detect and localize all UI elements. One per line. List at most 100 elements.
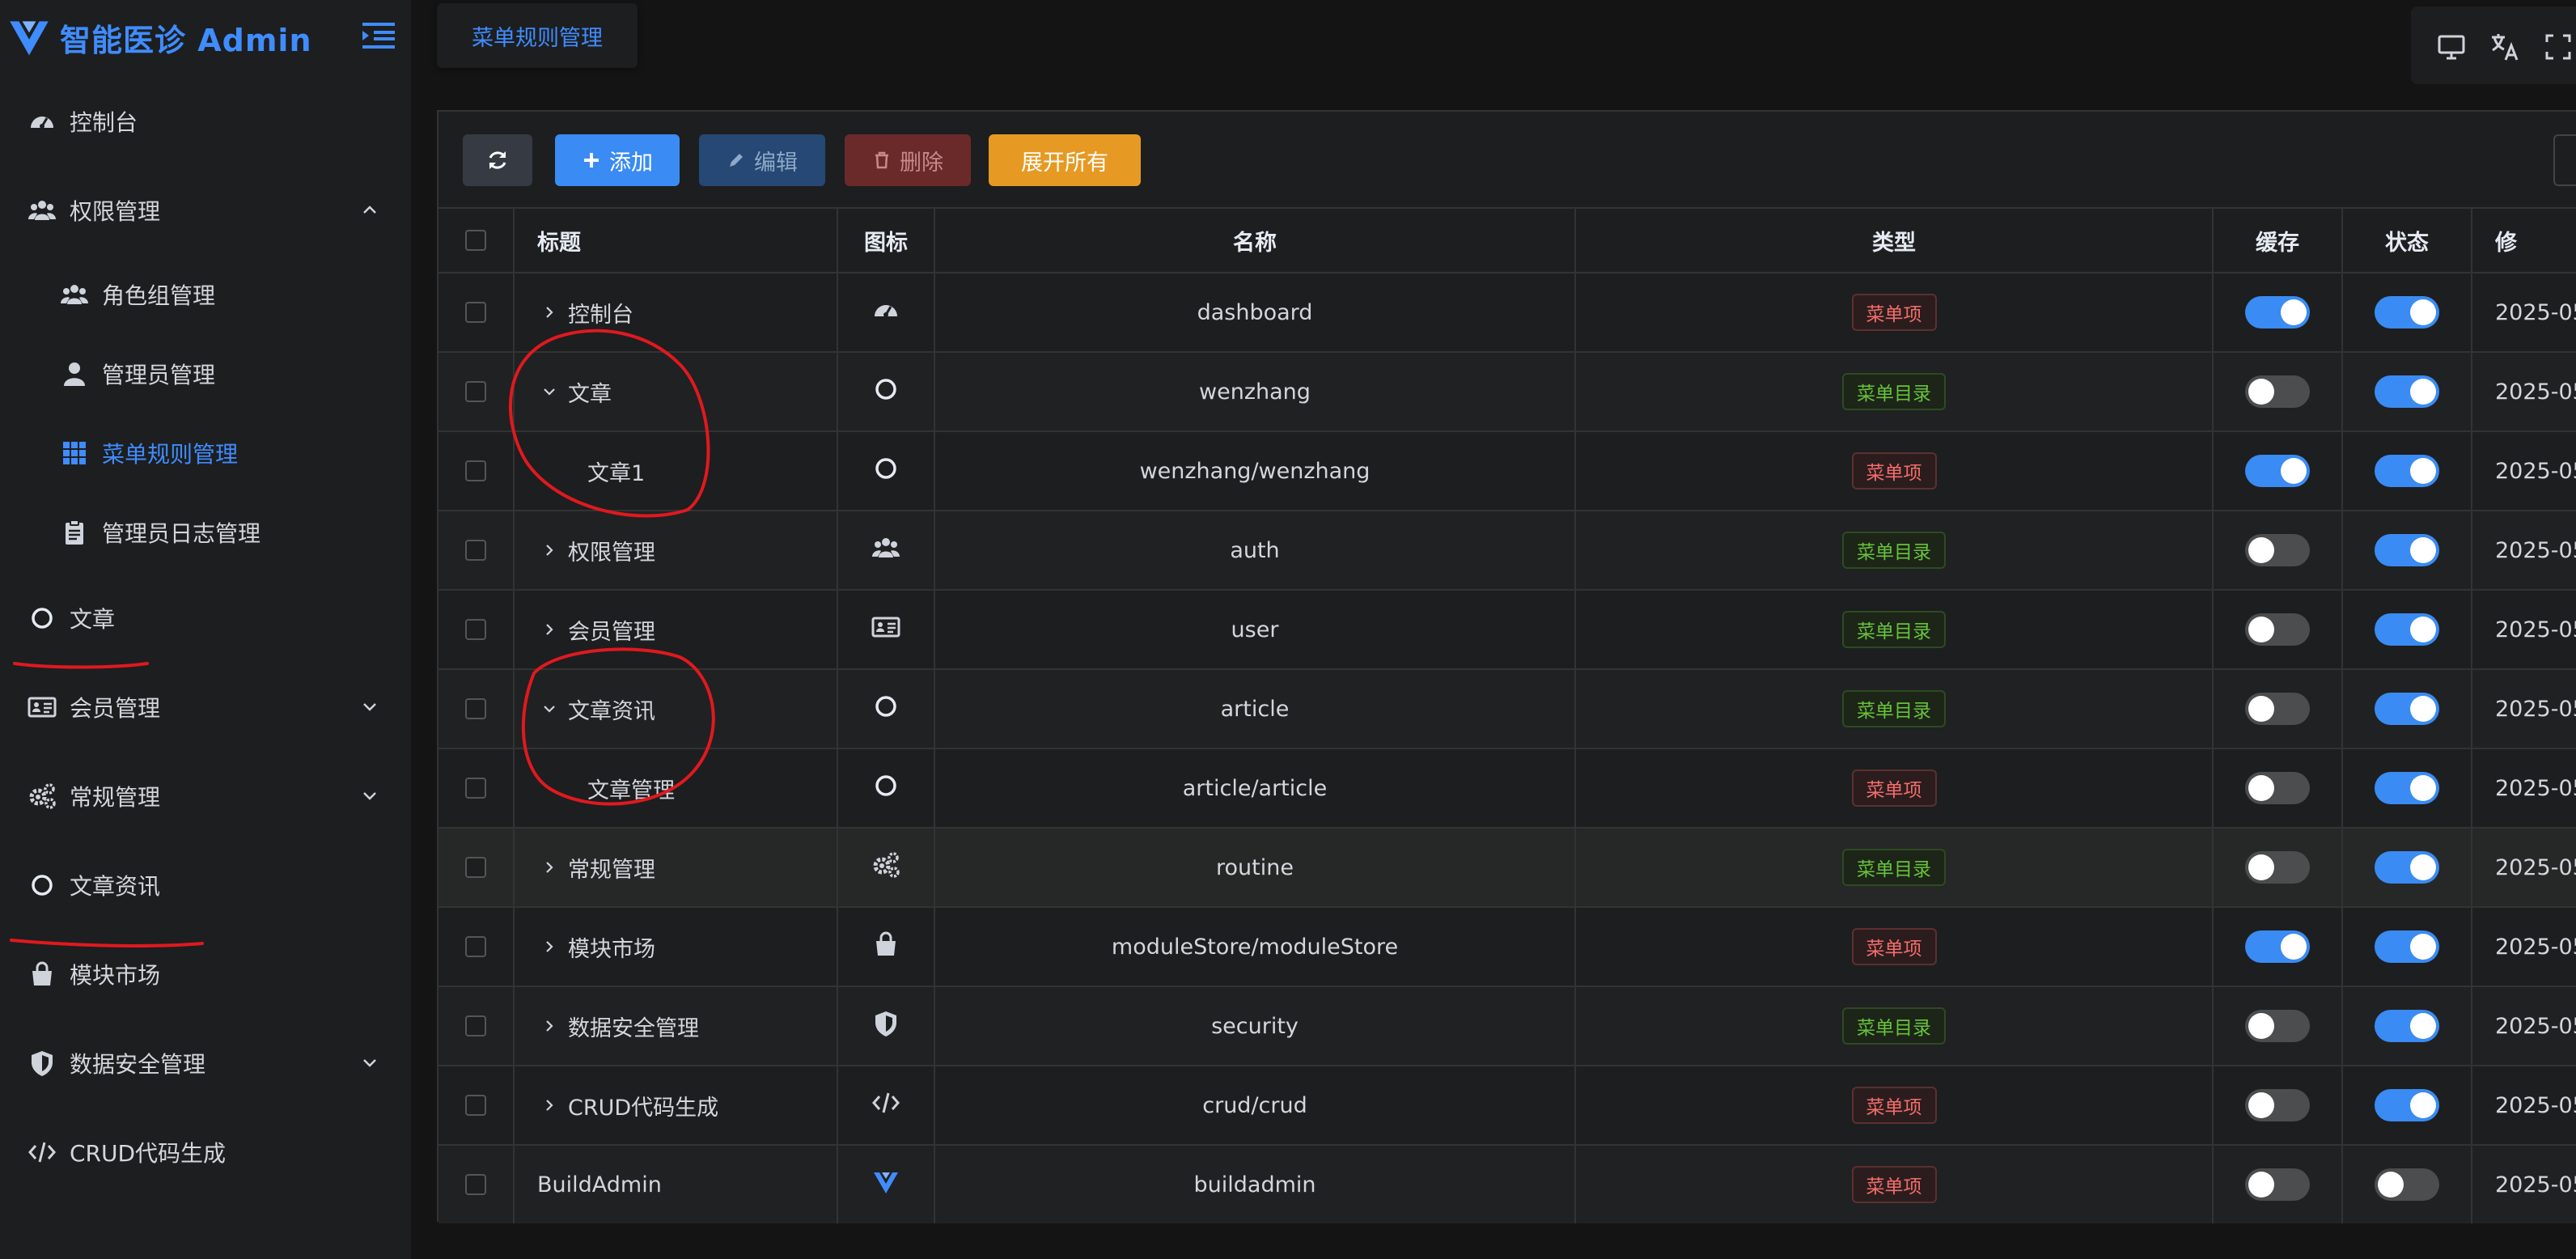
sidebar-item-role-groups[interactable]: 角色组管理 — [0, 262, 411, 327]
table-row[interactable]: BuildAdmin buildadmin 菜单项 2025-05 — [439, 1144, 2576, 1223]
sidebar-item-menu-rules[interactable]: 菜单规则管理 — [0, 421, 411, 485]
grid-icon — [58, 437, 91, 469]
row-checkbox[interactable] — [465, 1015, 486, 1036]
cache-toggle[interactable] — [2245, 1010, 2310, 1042]
status-toggle[interactable] — [2375, 375, 2439, 408]
sidebar-item-crud[interactable]: CRUD代码生成 — [0, 1120, 411, 1185]
status-toggle[interactable] — [2375, 296, 2439, 329]
cache-toggle[interactable] — [2245, 1168, 2310, 1201]
table-row[interactable]: CRUD代码生成 crud/crud 菜单项 2025-05 — [439, 1065, 2576, 1144]
table-row[interactable]: 数据安全管理 security 菜单目录 2025-05 — [439, 986, 2576, 1065]
cache-toggle[interactable] — [2245, 296, 2310, 329]
cache-toggle[interactable] — [2245, 693, 2310, 725]
sidebar-item-data-security[interactable]: 数据安全管理 — [0, 1031, 411, 1096]
row-icon-cell — [838, 511, 935, 589]
cache-toggle[interactable] — [2245, 930, 2310, 963]
expand-arrow-icon[interactable] — [537, 621, 561, 638]
sidebar-item-label: CRUD代码生成 — [70, 1140, 227, 1167]
table-row[interactable]: 权限管理 auth 菜单目录 2025-05 — [439, 510, 2576, 589]
row-checkbox[interactable] — [465, 778, 486, 799]
row-checkbox[interactable] — [465, 698, 486, 719]
sidebar-item-members[interactable]: 会员管理 — [0, 675, 411, 740]
expand-all-button[interactable]: 展开所有 — [989, 134, 1141, 186]
cache-toggle[interactable] — [2245, 375, 2310, 408]
table-row[interactable]: 会员管理 user 菜单目录 2025-05 — [439, 589, 2576, 668]
tab-menu-rules[interactable]: 菜单规则管理 — [437, 3, 638, 68]
status-toggle[interactable] — [2375, 1168, 2439, 1201]
add-button[interactable]: 添加 — [555, 134, 680, 186]
expand-arrow-icon[interactable] — [537, 1097, 561, 1113]
collapse-arrow-icon[interactable] — [537, 384, 561, 400]
row-type-cell: 菜单项 — [1576, 749, 2214, 827]
status-toggle[interactable] — [2375, 455, 2439, 487]
monitor-icon[interactable] — [2435, 31, 2468, 63]
chevron-down-icon — [359, 786, 380, 807]
select-all-checkbox[interactable] — [465, 230, 486, 251]
cache-toggle[interactable] — [2245, 772, 2310, 804]
sidebar-item-article[interactable]: 文章 — [0, 586, 411, 651]
chevron-down-icon — [359, 697, 380, 718]
expand-arrow-icon[interactable] — [537, 304, 561, 320]
row-cache-cell — [2214, 987, 2343, 1065]
cache-toggle[interactable] — [2245, 534, 2310, 566]
cache-toggle[interactable] — [2245, 613, 2310, 646]
row-checkbox[interactable] — [465, 619, 486, 640]
sidebar-item-dashboard[interactable]: 控制台 — [0, 89, 411, 154]
row-checkbox[interactable] — [465, 936, 486, 957]
toolbar-right-button[interactable] — [2553, 134, 2576, 186]
cache-toggle[interactable] — [2245, 455, 2310, 487]
sidebar-item-article-news[interactable]: 文章资讯 — [0, 853, 411, 918]
sidebar-item-permissions[interactable]: 权限管理 — [0, 178, 411, 243]
expand-arrow-icon[interactable] — [537, 859, 561, 875]
table-row[interactable]: 文章管理 article/article 菜单项 2025-05 — [439, 748, 2576, 827]
expand-arrow-icon[interactable] — [537, 542, 561, 558]
status-toggle[interactable] — [2375, 772, 2439, 804]
row-checkbox[interactable] — [465, 857, 486, 878]
sidebar-item-admin-logs[interactable]: 管理员日志管理 — [0, 500, 411, 565]
sidebar-item-routine[interactable]: 常规管理 — [0, 764, 411, 829]
menu-collapse-icon[interactable] — [361, 19, 396, 52]
refresh-button[interactable] — [463, 134, 532, 186]
status-toggle[interactable] — [2375, 1010, 2439, 1042]
type-badge: 菜单目录 — [1842, 1007, 1946, 1045]
table-row[interactable]: 文章资讯 article 菜单目录 2025-05 — [439, 668, 2576, 748]
sidebar-item-admins[interactable]: 管理员管理 — [0, 341, 411, 406]
table-row[interactable]: 控制台 dashboard 菜单项 2025-05 — [439, 272, 2576, 351]
app-logo[interactable]: 智能医诊 Admin — [6, 8, 312, 66]
status-toggle[interactable] — [2375, 693, 2439, 725]
status-toggle[interactable] — [2375, 1089, 2439, 1121]
table-row[interactable]: 常规管理 routine 菜单目录 2025-05 — [439, 827, 2576, 906]
row-icon-cell — [838, 1146, 935, 1223]
row-type-cell: 菜单目录 — [1576, 670, 2214, 748]
collapse-arrow-icon[interactable] — [537, 701, 561, 717]
row-checkbox[interactable] — [465, 1174, 486, 1195]
row-title-cell: 文章 — [515, 353, 838, 430]
expand-arrow-icon[interactable] — [537, 1018, 561, 1034]
table-row[interactable]: 模块市场 moduleStore/moduleStore 菜单项 2025-05 — [439, 906, 2576, 986]
dashboard-icon — [26, 105, 58, 138]
cache-toggle[interactable] — [2245, 1089, 2310, 1121]
row-checkbox[interactable] — [465, 381, 486, 402]
table-row[interactable]: 文章1 wenzhang/wenzhang 菜单项 2025-05 — [439, 430, 2576, 510]
row-checkbox[interactable] — [465, 1095, 486, 1116]
row-updated: 2025-05 — [2495, 1013, 2576, 1039]
row-type-cell: 菜单项 — [1576, 1146, 2214, 1223]
row-checkbox[interactable] — [465, 302, 486, 323]
status-toggle[interactable] — [2375, 930, 2439, 963]
expand-arrow-icon[interactable] — [537, 939, 561, 955]
delete-button[interactable]: 删除 — [845, 134, 971, 186]
edit-button[interactable]: 编辑 — [699, 134, 825, 186]
sidebar-item-module-store[interactable]: 模块市场 — [0, 942, 411, 1007]
status-toggle[interactable] — [2375, 851, 2439, 884]
table-row[interactable]: 文章 wenzhang 菜单目录 2025-05 — [439, 351, 2576, 430]
cache-toggle[interactable] — [2245, 851, 2310, 884]
status-toggle[interactable] — [2375, 534, 2439, 566]
status-toggle[interactable] — [2375, 613, 2439, 646]
translate-icon[interactable] — [2489, 31, 2521, 63]
row-checkbox[interactable] — [465, 460, 486, 481]
row-name: security — [935, 987, 1576, 1065]
row-checkbox[interactable] — [465, 540, 486, 561]
fullscreen-icon[interactable] — [2542, 31, 2574, 63]
row-type-cell: 菜单项 — [1576, 1066, 2214, 1144]
row-select-cell — [439, 432, 515, 510]
